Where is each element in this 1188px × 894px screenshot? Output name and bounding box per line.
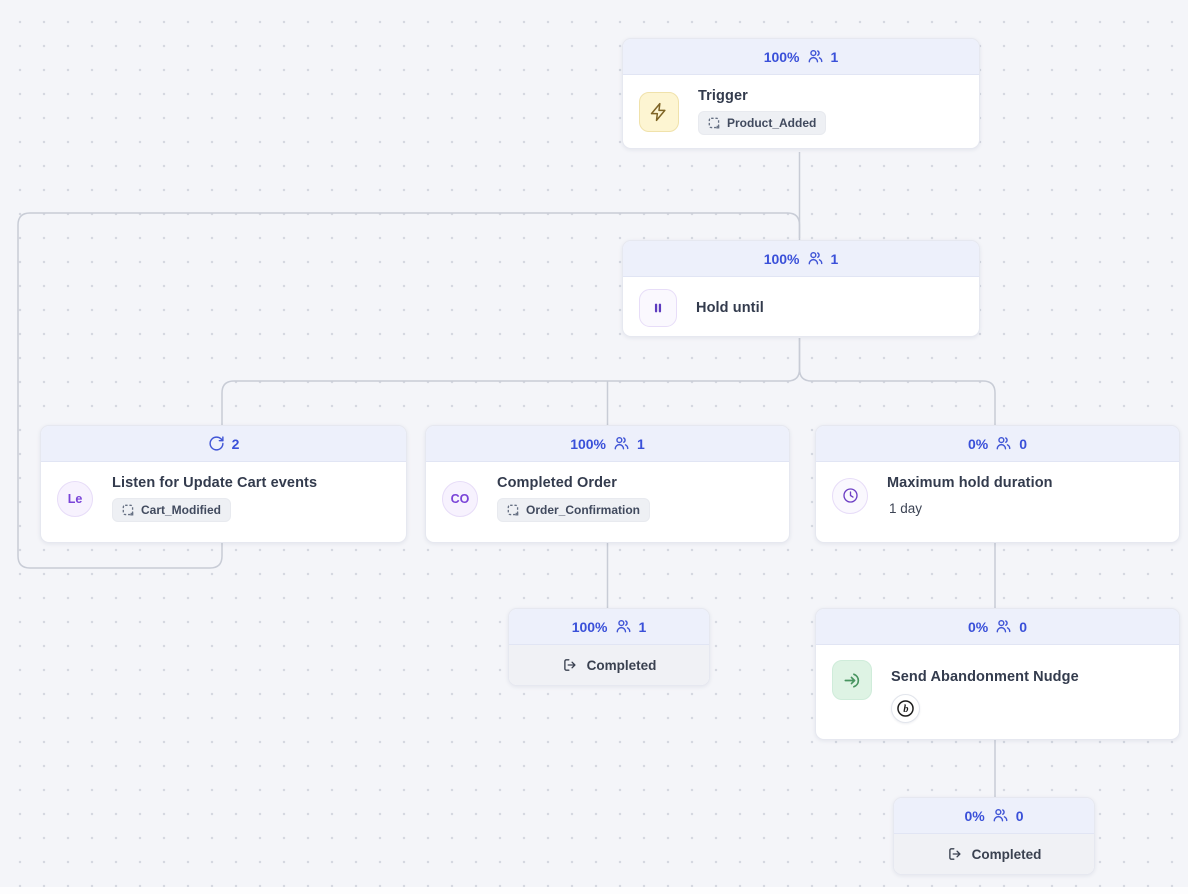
stat-percent: 100%	[764, 49, 800, 65]
custom-event-icon	[122, 504, 135, 517]
edge-hold-branch-right	[800, 338, 996, 425]
loop-icon	[208, 435, 225, 452]
stat-count: 1	[637, 436, 645, 452]
event-badge: Order_Confirmation	[497, 498, 650, 522]
stat-count: 2	[232, 436, 240, 452]
stat-percent: 0%	[964, 808, 984, 824]
max-hold-duration-node[interactable]: 0% 0 Maximum hold duration 1 day	[815, 425, 1180, 543]
nudge-node-stats: 0% 0	[816, 609, 1179, 645]
completed-order-node-stats: 100% 1	[426, 426, 789, 462]
hold-until-node[interactable]: 100% 1 Hold until	[622, 240, 980, 337]
node-title: Listen for Update Cart events	[112, 475, 317, 491]
stat-count: 0	[1019, 619, 1027, 635]
hold-until-node-stats: 100% 1	[623, 241, 979, 277]
event-badge: Product_Added	[698, 111, 826, 135]
stat-count: 1	[831, 251, 839, 267]
completed-exit-node-bottom[interactable]: 0% 0 Completed	[893, 797, 1095, 875]
users-icon	[995, 618, 1012, 635]
users-icon	[992, 807, 1009, 824]
exit-icon	[562, 657, 578, 673]
exit-node-stats: 100% 1	[509, 609, 709, 645]
completed-exit-node-top[interactable]: 100% 1 Completed	[508, 608, 710, 686]
stat-percent: 100%	[764, 251, 800, 267]
exit-label: Completed	[972, 847, 1042, 862]
edge-hold-branch-left	[222, 338, 800, 425]
custom-event-icon	[507, 504, 520, 517]
users-icon	[615, 618, 632, 635]
listen-cart-events-node[interactable]: 2 Le Listen for Update Cart events Cart_…	[40, 425, 407, 543]
pause-icon	[639, 289, 677, 327]
svg-text:b: b	[903, 704, 908, 715]
node-title: Maximum hold duration	[887, 475, 1053, 491]
users-icon	[613, 435, 630, 452]
stat-count: 1	[831, 49, 839, 65]
avatar: Le	[57, 481, 93, 517]
custom-event-icon	[708, 117, 721, 130]
exit-node-stats: 0% 0	[894, 798, 1094, 834]
listen-node-stats: 2	[41, 426, 406, 462]
canvas-bottom-edge	[0, 887, 1188, 894]
stat-percent: 0%	[968, 436, 988, 452]
stat-count: 0	[1016, 808, 1024, 824]
stat-percent: 100%	[572, 619, 608, 635]
stat-percent: 100%	[570, 436, 606, 452]
node-title: Send Abandonment Nudge	[891, 669, 1079, 685]
event-badge: Cart_Modified	[112, 498, 231, 522]
exit-label: Completed	[587, 658, 657, 673]
max-hold-node-stats: 0% 0	[816, 426, 1179, 462]
stat-count: 0	[1019, 436, 1027, 452]
zap-icon	[639, 92, 679, 132]
trigger-node-stats: 100% 1	[623, 39, 979, 75]
braze-logo: b	[891, 694, 920, 723]
users-icon	[995, 435, 1012, 452]
send-abandonment-nudge-node[interactable]: 0% 0 Send Abandonment Nudge b	[815, 608, 1180, 740]
enter-channel-icon	[832, 660, 872, 700]
clock-icon	[832, 478, 868, 514]
node-title: Completed Order	[497, 475, 617, 491]
users-icon	[807, 48, 824, 65]
avatar: CO	[442, 481, 478, 517]
users-icon	[807, 250, 824, 267]
node-title: Hold until	[696, 300, 764, 316]
node-subtitle: 1 day	[889, 501, 922, 516]
journey-canvas[interactable]: 100% 1 Trigger Product_Added 100%	[0, 0, 1188, 894]
stat-count: 1	[639, 619, 647, 635]
stat-percent: 0%	[968, 619, 988, 635]
node-title: Trigger	[698, 88, 748, 104]
trigger-node[interactable]: 100% 1 Trigger Product_Added	[622, 38, 980, 149]
exit-icon	[947, 846, 963, 862]
completed-order-node[interactable]: 100% 1 CO Completed Order Order_Confirma…	[425, 425, 790, 543]
